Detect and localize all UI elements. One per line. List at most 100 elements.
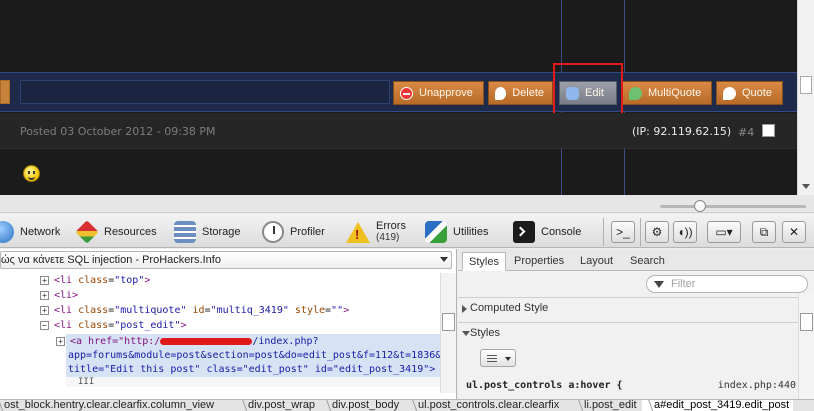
sidebar-scrollbar-thumb[interactable] <box>800 313 813 331</box>
utilities-icon <box>425 221 447 243</box>
breadcrumb-item[interactable]: ost_block.hentry.clear.clearfix.column_v… <box>0 400 214 411</box>
dom-node-a-href-cont: app=forums&module=post&section=post&do=e… <box>68 350 440 361</box>
styles-header[interactable]: Styles <box>458 322 798 344</box>
css-selector: ul.post_controls a:hover { <box>466 380 623 391</box>
chevron-right-icon <box>462 305 467 313</box>
devtools-panel: Network Resources Storage Profiler Error… <box>0 195 814 411</box>
tab-utilities[interactable]: Utilities <box>425 220 488 244</box>
redacted-scribble <box>160 337 253 345</box>
dom-node-li-top[interactable]: + <li class="top"> <box>40 273 150 288</box>
expand-toggle[interactable]: + <box>40 275 49 285</box>
window-icon: ▭▾ <box>715 225 733 239</box>
sidebar-panel: Styles Properties Layout Search Filter C… <box>458 249 814 399</box>
expand-toggle[interactable]: + <box>56 336 65 346</box>
document-select[interactable]: ώς να κάνετε SQL injection - ProHackers.… <box>0 251 452 269</box>
close-devtools-button[interactable]: ✕ <box>782 221 806 243</box>
tab-search[interactable]: Search <box>624 252 671 271</box>
breadcrumb-item-active[interactable]: a#edit_post_3419.edit_post <box>642 400 794 411</box>
devtools-toolbar: Network Resources Storage Profiler Error… <box>0 214 814 248</box>
sidebar-tabs: Styles Properties Layout Search <box>458 249 814 271</box>
css-rule[interactable]: ul.post_controls a:hover { index.php:440 <box>466 380 796 391</box>
dom-node-a-edit-post[interactable]: + <a href="http://index.php? <box>56 334 319 349</box>
tab-profiler[interactable]: Profiler <box>262 220 325 244</box>
document-select-value: ώς να κάνετε SQL injection - ProHackers.… <box>1 254 221 266</box>
dom-scrollbar-thumb[interactable] <box>442 313 455 331</box>
devtools-resize-strip[interactable] <box>0 195 814 213</box>
post-controls-left-button[interactable] <box>0 80 10 104</box>
multiquote-button[interactable]: MultiQuote <box>622 81 712 105</box>
breadcrumb-item[interactable]: li.post_edit <box>572 400 637 411</box>
tab-resources-label: Resources <box>104 226 157 238</box>
post-select-checkbox[interactable] <box>762 124 775 137</box>
zoom-slider-knob[interactable] <box>694 200 706 212</box>
prompt-icon: >_ <box>616 225 630 239</box>
delete-label: Delete <box>512 87 544 99</box>
gear-icon: ⚙ <box>651 225 663 239</box>
post-ip: (IP: 92.119.62.15) <box>632 125 732 138</box>
zoom-slider-track[interactable] <box>660 205 806 208</box>
detach-icon: ⧉ <box>759 224 769 239</box>
tab-network[interactable]: Network <box>0 220 60 244</box>
computed-style-header[interactable]: Computed Style <box>458 297 798 319</box>
tab-network-label: Network <box>20 226 61 238</box>
tab-errors-label: Errors (419) <box>376 221 406 244</box>
dom-node-li-post-edit[interactable]: − <li class="post_edit"> <box>40 318 187 333</box>
delete-button[interactable]: Delete <box>488 81 553 105</box>
screenshot-root: Unapprove Delete Edit MultiQuote Quote P… <box>0 0 814 411</box>
window-menu-button[interactable]: ▭▾ <box>707 221 741 243</box>
delete-icon <box>495 86 507 100</box>
tab-layout[interactable]: Layout <box>574 252 619 271</box>
chevron-down-icon <box>440 257 448 262</box>
styles-options-button[interactable] <box>480 349 516 367</box>
edit-highlight-box <box>553 63 623 115</box>
sidebar-scrollbar[interactable] <box>798 293 814 399</box>
post-date: Posted 03 October 2012 - 09:38 PM <box>20 125 216 138</box>
scroll-down-arrow-icon[interactable] <box>802 184 810 189</box>
computed-style-label: Computed Style <box>470 302 549 314</box>
post-controls-spacer <box>20 80 390 104</box>
errors-count: (419) <box>376 232 400 243</box>
dom-node-li-multiquote[interactable]: + <li class="multiquote" id="multiq_3419"… <box>40 303 349 318</box>
profiler-icon <box>262 221 284 243</box>
collapse-toggle[interactable]: − <box>40 320 49 330</box>
page-scrollbar[interactable] <box>797 0 814 195</box>
dom-node-li[interactable]: + <li> <box>40 288 78 303</box>
tab-errors[interactable]: Errors (419) <box>346 220 406 244</box>
toolbar-separator <box>640 218 641 246</box>
quote-button[interactable]: Quote <box>716 81 783 105</box>
tab-styles[interactable]: Styles <box>462 252 506 271</box>
unapprove-label: Unapprove <box>419 87 473 99</box>
unapprove-icon <box>400 86 413 100</box>
detach-button[interactable]: ⧉ <box>752 221 776 243</box>
dom-scrollbar[interactable] <box>440 273 456 393</box>
console-icon <box>513 221 535 243</box>
smiley-icon <box>23 165 40 182</box>
page-scrollbar-thumb[interactable] <box>800 76 812 94</box>
speak-button[interactable]: ◖)) <box>673 221 697 243</box>
quote-label: Quote <box>742 87 772 99</box>
css-rule-source-link[interactable]: index.php:440 <box>718 380 796 391</box>
tab-resources[interactable]: Resources <box>75 220 157 244</box>
breadcrumb-item[interactable]: div.post_body <box>320 400 399 411</box>
tab-storage-label: Storage <box>202 226 241 238</box>
dom-tree: + <li class="top"> + <li> + <li class="mult… <box>0 273 440 393</box>
breadcrumb-item[interactable]: ul.post_controls.clear.clearfix <box>406 400 559 411</box>
expand-toggle[interactable]: + <box>40 305 49 315</box>
expand-toggle[interactable]: + <box>40 290 49 300</box>
unapprove-button[interactable]: Unapprove <box>393 81 484 105</box>
console-toggle-button[interactable]: >_ <box>611 221 635 243</box>
post-number-link[interactable]: #4 <box>738 126 754 139</box>
tab-storage[interactable]: Storage <box>174 220 241 244</box>
settings-button[interactable]: ⚙ <box>645 221 669 243</box>
tab-console[interactable]: Console <box>513 220 581 244</box>
dom-panel: ώς να κάνετε SQL injection - ProHackers.… <box>0 249 457 399</box>
styles-label: Styles <box>470 327 500 339</box>
tab-console-label: Console <box>541 226 582 238</box>
breadcrumb-item[interactable]: div.post_wrap <box>236 400 315 411</box>
multiquote-label: MultiQuote <box>648 87 702 99</box>
dom-hscrollbar[interactable]: III <box>66 377 440 387</box>
tab-properties[interactable]: Properties <box>508 252 570 271</box>
resources-icon <box>75 220 99 244</box>
filter-input[interactable]: Filter <box>646 275 808 293</box>
hscroll-grip[interactable]: III <box>78 377 94 387</box>
